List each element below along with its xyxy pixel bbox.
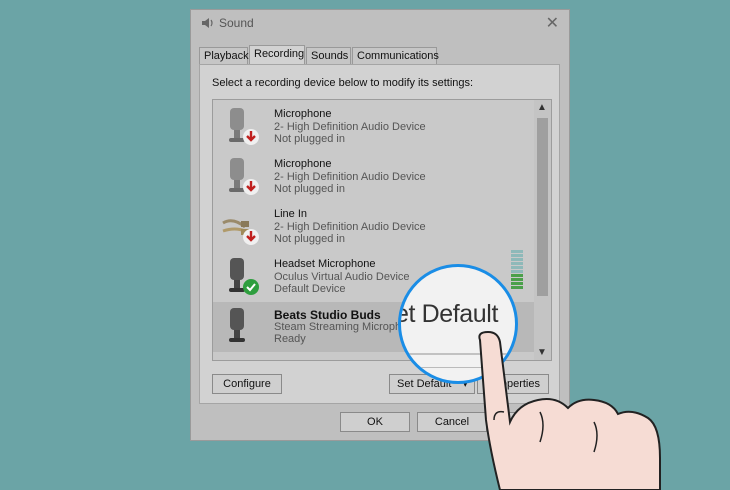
microphone-icon: [229, 158, 259, 195]
tab-playback[interactable]: Playback: [199, 47, 249, 64]
device-name: Line In: [274, 208, 308, 220]
device-description: 2- High Definition Audio Device: [274, 121, 426, 133]
tab-communications[interactable]: Communications: [352, 47, 439, 64]
tab-sounds[interactable]: Sounds: [306, 47, 351, 64]
scroll-up-arrow-icon[interactable]: ▲: [537, 102, 547, 113]
device-name: Beats Studio Buds: [274, 308, 381, 322]
device-item-microphone-2[interactable]: Microphone 2- High Definition Audio Devi…: [213, 152, 535, 202]
device-name: Microphone: [274, 108, 332, 120]
speaker-icon: [202, 18, 213, 28]
device-name: Microphone: [274, 158, 332, 170]
microphone-icon: [229, 308, 245, 342]
device-status: Not plugged in: [274, 133, 345, 145]
device-status: Default Device: [274, 283, 346, 295]
line-in-cable-icon: [222, 219, 259, 245]
pointing-hand-icon: [478, 330, 661, 490]
window-title: Sound: [219, 16, 254, 30]
device-item-microphone-1[interactable]: Microphone 2- High Definition Audio Devi…: [213, 102, 535, 152]
device-description: 2- High Definition Audio Device: [274, 171, 426, 183]
instruction-text: Select a recording device below to modif…: [212, 77, 474, 89]
device-item-line-in[interactable]: Line In 2- High Definition Audio Device …: [213, 202, 535, 252]
tab-recording[interactable]: Recording: [249, 45, 305, 65]
ok-button[interactable]: OK: [340, 412, 410, 432]
device-description: Steam Streaming Micropho: [274, 321, 408, 333]
microphone-icon: [229, 258, 259, 295]
title-bar: Sound ✕: [191, 10, 569, 38]
scrollbar-thumb[interactable]: [537, 118, 548, 296]
device-status: Not plugged in: [274, 233, 345, 245]
close-button[interactable]: ✕: [546, 13, 559, 33]
device-description: Oculus Virtual Audio Device: [274, 271, 410, 283]
device-status: Ready: [274, 333, 306, 345]
device-description: 2- High Definition Audio Device: [274, 221, 426, 233]
microphone-icon: [229, 108, 259, 145]
configure-button[interactable]: Configure: [212, 374, 282, 394]
device-name: Headset Microphone: [274, 258, 376, 270]
default-check-icon: [243, 279, 259, 295]
device-status: Not plugged in: [274, 183, 345, 195]
level-meter: [511, 250, 523, 292]
